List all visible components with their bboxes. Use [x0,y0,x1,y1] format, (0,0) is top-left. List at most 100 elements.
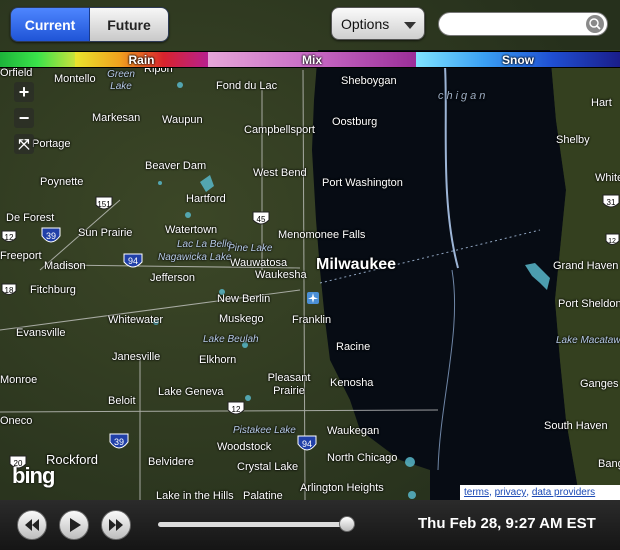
expand-icon: ⤧ [18,136,30,152]
play-button[interactable] [59,510,89,540]
highway-shield-us: 12 [227,401,245,415]
city-label: Freeport [0,250,42,262]
search-box[interactable] [438,12,608,36]
fast-forward-icon [109,519,123,531]
airport-icon [307,292,319,304]
city-label: Janesville [112,351,161,363]
data-providers-link[interactable]: data providers [532,487,595,498]
lake-label: Pine Lake [228,243,273,254]
highway-shield-us: 12 [605,233,620,245]
city-label: Poynette [40,176,84,188]
city-label: Kenosha [330,377,374,389]
city-label: Montello [54,73,96,85]
city-label: Elkhorn [199,354,237,366]
city-label: Beaver Dam [145,160,207,172]
fast-forward-button[interactable] [101,510,131,540]
highway-shield-us: 12 [1,230,17,242]
city-label: Waukesha [255,269,307,281]
lake-label: Lake Beulah [203,334,259,345]
highway-shield-us: 151 [95,196,113,210]
legend-snow: Snow [416,52,620,67]
map-footer-links: terms, privacy, data providers [460,485,620,500]
toolbar: Current Future Options [0,0,620,50]
city-label: Sheboygan [341,75,397,87]
bing-logo: bing [12,463,55,488]
terms-link[interactable]: terms [464,487,489,498]
city-label: Woodstock [217,441,272,453]
city-label: South Haven [544,420,608,432]
svg-text:31: 31 [607,198,616,207]
current-button[interactable]: Current [11,8,90,41]
interstate-shield: 94 [123,253,143,268]
city-label: West Bend [253,167,307,179]
city-label: Whitehall [595,172,620,184]
city-label: Wauwatosa [230,257,288,269]
precip-legend: Rain Mix Snow [0,51,620,68]
rewind-button[interactable] [17,510,47,540]
highway-shield-us: 45 [252,211,270,225]
city-label: Oostburg [332,116,378,128]
slider-knob[interactable] [339,516,355,532]
fullscreen-button[interactable]: ⤧ [14,134,34,154]
svg-text:45: 45 [257,215,266,224]
city-label: Port Washington [322,177,403,189]
city-label: Ganges [580,378,619,390]
svg-text:39: 39 [46,231,56,241]
city-label: Franklin [292,314,332,326]
city-label: Menomonee Falls [278,229,366,241]
city-label: Racine [336,341,371,353]
interstate-shield: 39 [41,227,61,243]
lake-label: Lac La Belle [177,239,233,250]
city-label: Whitewater [108,314,164,326]
city-label: Beloit [108,395,136,407]
city-label: New Berlin [217,293,271,305]
city-label: Muskego [219,313,264,325]
lake-label: Pistakee Lake [233,425,296,436]
zoom-out-button[interactable]: − [14,108,34,128]
legend-green [0,52,75,67]
city-label: Port Sheldon [558,298,620,310]
lake-label: Nagawicka Lake [158,252,232,263]
city-label: De Forest [6,212,55,224]
svg-text:39: 39 [114,437,124,447]
chevron-down-icon [404,22,416,29]
options-dropdown[interactable]: Options [331,7,425,40]
lake-michigan-label: chigan [438,90,489,102]
options-label: Options [341,15,390,32]
timestamp: Thu Feb 28, 9:27 AM EST [418,515,596,532]
zoom-in-button[interactable]: + [14,82,34,102]
timeline-slider[interactable] [158,516,355,532]
city-label: Waukegan [327,425,380,437]
city-label: Lake Geneva [158,386,224,398]
city-label: Crystal Lake [237,461,299,473]
city-label: Waupun [162,114,203,126]
city-label: Evansville [16,327,66,339]
city-label: Belvidere [148,456,194,468]
city-label: Jefferson [150,272,196,284]
city-label: Markesan [92,112,141,124]
future-button[interactable]: Future [90,8,168,41]
city-label: Pleasant Prairie [267,372,311,397]
privacy-link[interactable]: privacy [495,487,527,498]
interstate-shield: 39 [109,433,129,449]
svg-text:12: 12 [608,238,616,245]
city-label: Watertown [165,224,218,236]
legend-rain: Rain [75,52,208,67]
svg-text:12: 12 [232,405,241,414]
legend-mix: Mix [208,52,416,67]
city-label: Fitchburg [30,284,76,296]
city-label: Orfield [0,67,33,79]
city-label: Portage [32,138,71,150]
city-label: Fond du Lac [216,80,278,92]
city-label: Grand Haven [553,260,619,272]
city-label: Monroe [0,374,38,386]
city-milwaukee: Milwaukee [316,256,397,273]
play-icon [70,518,81,532]
city-label: Hart [591,97,612,109]
city-label: Madison [44,260,86,272]
search-icon[interactable] [586,15,604,33]
search-input[interactable] [449,14,593,36]
highway-shield-us: 18 [1,283,17,295]
svg-text:151: 151 [97,200,111,209]
svg-text:18: 18 [5,286,14,295]
